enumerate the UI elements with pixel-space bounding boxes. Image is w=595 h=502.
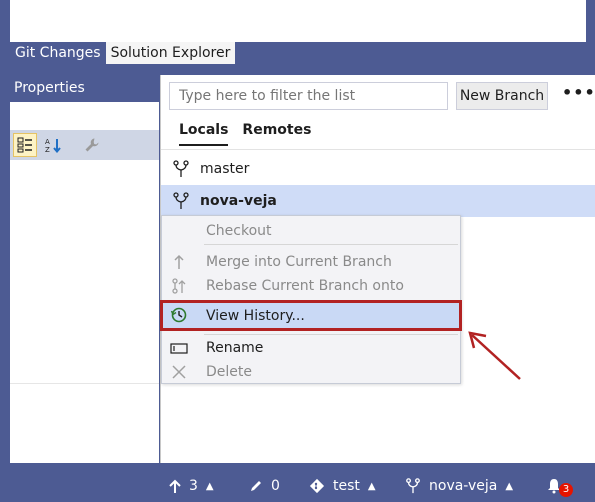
branch-icon <box>406 478 420 494</box>
sort-alphabetical-icon: A Z <box>45 138 61 153</box>
menu-item-merge[interactable]: Merge into Current Branch <box>162 250 460 274</box>
more-options-button[interactable]: ••• <box>562 83 595 107</box>
merge-icon <box>174 254 184 269</box>
menu-item-rebase[interactable]: Rebase Current Branch onto <box>162 274 460 298</box>
annotation-arrow <box>468 331 521 380</box>
menu-item-label: View History... <box>206 308 305 324</box>
svg-text:A: A <box>45 138 50 146</box>
pending-changes-status[interactable]: 0 <box>249 470 280 502</box>
menu-item-label: Checkout <box>206 223 272 239</box>
caret-up-icon: ▲ <box>367 480 376 492</box>
rebase-icon <box>172 278 186 294</box>
menu-item-label: Delete <box>206 364 252 380</box>
menu-separator <box>204 244 458 245</box>
branch-name: nova-veja <box>200 193 277 209</box>
history-icon <box>170 307 187 323</box>
rename-icon <box>170 343 188 354</box>
menu-item-rename[interactable]: Rename <box>162 336 460 360</box>
branch-filter-input[interactable] <box>169 82 448 110</box>
tab-remotes[interactable]: Remotes <box>242 122 311 146</box>
tab-locals[interactable]: Locals <box>179 122 229 146</box>
current-branch-name: nova-veja <box>429 478 498 494</box>
delete-icon <box>172 365 186 379</box>
new-branch-button[interactable]: New Branch <box>456 82 548 110</box>
caret-up-icon: ▲ <box>205 480 214 492</box>
outgoing-count: 3 <box>189 478 198 494</box>
branch-icon <box>173 192 189 209</box>
caret-up-icon: ▲ <box>505 480 514 492</box>
wrench-icon <box>85 138 99 152</box>
properties-divider <box>10 383 159 384</box>
branch-tabs: Locals Remotes <box>179 122 325 146</box>
arrow-up-icon <box>169 479 181 493</box>
menu-item-delete[interactable]: Delete <box>162 360 460 384</box>
categorized-icon <box>17 137 32 153</box>
tab-git-changes[interactable]: Git Changes <box>10 42 106 64</box>
tabs-divider <box>161 149 595 150</box>
menu-item-label: Rename <box>206 340 264 356</box>
tool-window-tabs: Git Changes Solution Explorer <box>10 42 236 64</box>
properties-panel: Properties A Z <box>10 75 159 463</box>
menu-item-checkout[interactable]: Checkout <box>162 219 460 243</box>
menu-separator <box>204 334 458 335</box>
outgoing-commits-status[interactable]: 3 ▲ <box>169 470 214 502</box>
branch-icon <box>173 160 189 177</box>
svg-text:Z: Z <box>45 146 50 153</box>
notification-badge: 3 <box>559 483 573 497</box>
properties-title: Properties <box>10 75 159 102</box>
branch-name: master <box>200 161 250 177</box>
menu-item-label: Merge into Current Branch <box>206 254 392 270</box>
git-icon <box>309 478 325 494</box>
properties-toolbar: A Z <box>10 130 159 160</box>
status-bar: 3 ▲ 0 test ▲ nova-veja ▲ <box>0 470 595 502</box>
branch-context-menu: Checkout Merge into Current Branch Rebas… <box>161 215 461 384</box>
pending-changes-count: 0 <box>271 478 280 494</box>
top-document-panel <box>10 0 586 42</box>
branch-status[interactable]: nova-veja ▲ <box>405 470 513 502</box>
branch-row-nova-veja[interactable]: nova-veja <box>161 185 595 217</box>
branch-row-master[interactable]: master <box>161 153 595 185</box>
alphabetical-view-button[interactable]: A Z <box>41 133 65 157</box>
pencil-icon <box>251 481 261 491</box>
menu-separator <box>204 300 458 301</box>
menu-item-view-history[interactable]: View History... <box>162 303 460 329</box>
property-pages-button[interactable] <box>80 133 104 157</box>
repository-status[interactable]: test ▲ <box>309 470 376 502</box>
tab-solution-explorer[interactable]: Solution Explorer <box>105 42 236 64</box>
repository-name: test <box>333 478 360 494</box>
categorized-view-button[interactable] <box>13 133 37 157</box>
menu-item-label: Rebase Current Branch onto <box>206 278 404 294</box>
